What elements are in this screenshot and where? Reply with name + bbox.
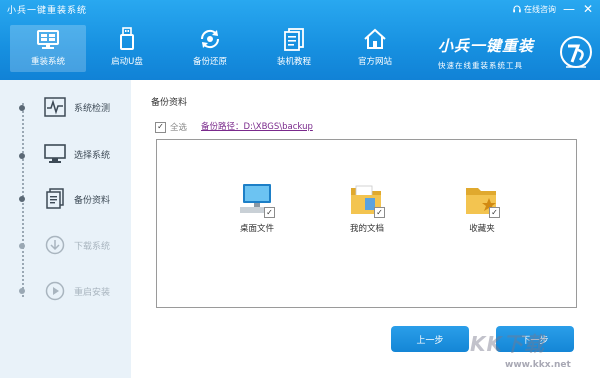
timeline-dot [19, 196, 25, 202]
backup-item-favorites[interactable]: ✓ 收藏夹 [447, 180, 517, 234]
title-bar: 小兵一键重装系统 在线咨询 — ✕ [0, 0, 600, 18]
timeline-dot [19, 105, 25, 111]
tab-boot-usb[interactable]: 启动U盘 [89, 25, 165, 72]
timeline-dot [19, 153, 25, 159]
online-help-label: 在线咨询 [524, 4, 556, 14]
section-title: 备份资料 [151, 98, 188, 108]
download-icon [45, 235, 65, 255]
previous-step-button[interactable]: 上一步 [391, 326, 469, 352]
usb-icon [120, 27, 134, 50]
tutorial-icon [284, 28, 304, 51]
monitor-icon [37, 30, 59, 49]
step-label: 选择系统 [74, 150, 111, 161]
timeline-dot [19, 288, 25, 294]
backup-items-panel: ✓ 桌面文件 ✓ 我的文档 ✓ 收藏夹 [156, 139, 577, 308]
timeline-dot [19, 243, 25, 249]
item-checkbox[interactable]: ✓ [489, 207, 500, 218]
step-label: 备份资料 [74, 195, 111, 206]
item-label: 桌面文件 [239, 224, 274, 234]
restart-icon [45, 281, 65, 301]
tab-label: 装机教程 [276, 57, 311, 67]
backup-item-my-documents[interactable]: ✓ 我的文档 [332, 180, 402, 234]
watermark-url: www.kkx.net [505, 360, 571, 370]
item-checkbox[interactable]: ✓ [264, 207, 275, 218]
step-label: 重启安装 [74, 287, 111, 298]
tab-label: 重装系统 [30, 57, 65, 67]
brand-name: 小兵一键重装 [438, 37, 535, 55]
tab-label: 官方网站 [357, 57, 392, 67]
item-label: 收藏夹 [469, 224, 495, 234]
monitor-icon [44, 144, 66, 163]
select-all-checkbox[interactable]: ✓ 全选 [155, 121, 187, 133]
pulse-icon [44, 97, 66, 117]
step-download-system: 下载系统 [44, 234, 110, 256]
brand: 小兵一键重装 快速在线重装系统工具 [438, 35, 534, 71]
step-backup-data: 备份资料 [44, 188, 110, 210]
minimize-button[interactable]: — [561, 1, 577, 17]
checkbox-checked-icon: ✓ [155, 121, 166, 133]
close-button[interactable]: ✕ [580, 1, 596, 17]
watermark: KK下载 [470, 332, 545, 356]
step-restart-install: 重启安装 [44, 280, 110, 302]
backup-path-link[interactable]: 备份路径：D:\XBGS\backup [201, 120, 313, 132]
backup-item-desktop[interactable]: ✓ 桌面文件 [222, 180, 292, 234]
item-checkbox[interactable]: ✓ [374, 207, 385, 218]
brand-slogan: 快速在线重装系统工具 [438, 61, 523, 70]
sidebar [0, 80, 131, 378]
tab-label: 启动U盘 [111, 57, 143, 67]
tab-backup-restore[interactable]: 备份还原 [172, 25, 248, 72]
step-label: 系统检测 [74, 103, 111, 114]
backup-restore-icon [200, 29, 220, 49]
app-title: 小兵一键重装系统 [7, 6, 88, 16]
tab-reinstall-system[interactable]: 重装系统 [10, 25, 86, 72]
step-system-check: 系统检测 [44, 96, 110, 118]
brand-logo-icon [560, 36, 592, 68]
step-label: 下载系统 [74, 241, 111, 252]
document-icon [46, 188, 64, 209]
select-all-label: 全选 [170, 123, 188, 133]
header: 小兵一键重装系统 在线咨询 — ✕ 重装系统 启动U盘 备份还原 装机教程 官方… [0, 0, 600, 80]
step-select-system: 选择系统 [44, 143, 110, 165]
headset-icon [513, 5, 521, 13]
online-help-link[interactable]: 在线咨询 [512, 2, 556, 16]
tab-install-tutorial[interactable]: 装机教程 [256, 25, 332, 72]
tab-official-website[interactable]: 官方网站 [337, 25, 413, 72]
item-label: 我的文档 [349, 224, 384, 234]
home-icon [364, 28, 386, 49]
tab-label: 备份还原 [192, 57, 227, 67]
